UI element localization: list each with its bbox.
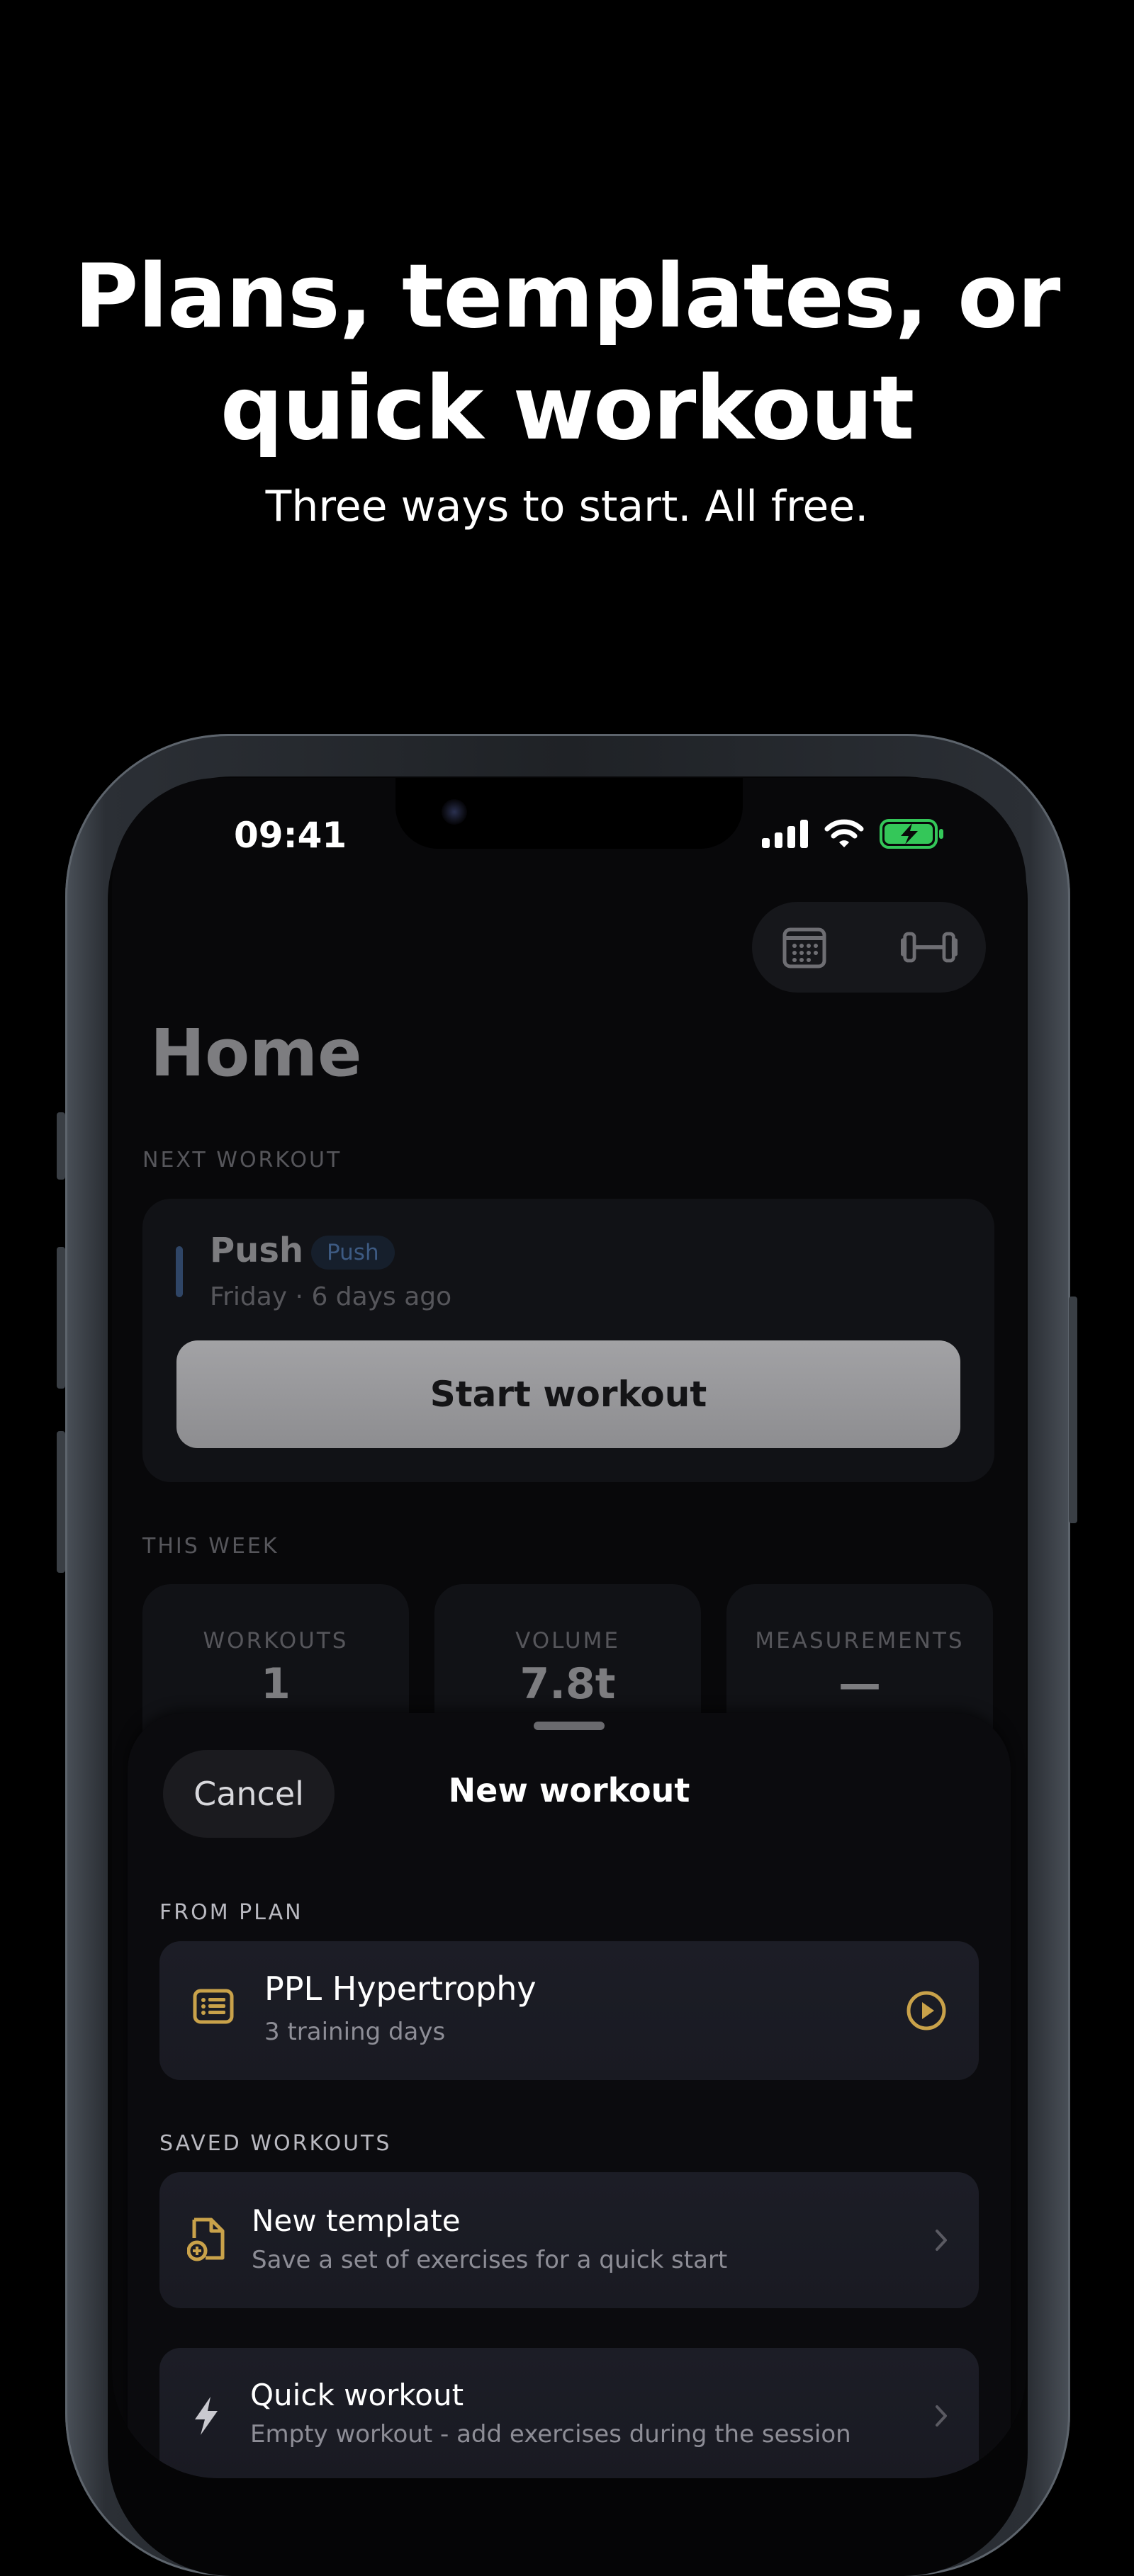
calendar-icon[interactable]: [776, 925, 833, 970]
plan-subtitle: 3 training days: [264, 2018, 446, 2046]
quick-workout-row[interactable]: Quick workout Empty workout - add exerci…: [159, 2348, 979, 2478]
list-item-title: Quick workout: [250, 2378, 464, 2412]
headline-line-2: quick workout: [220, 358, 914, 460]
next-workout-label: NEXT WORKOUT: [142, 1148, 342, 1173]
lightning-bolt-icon: [191, 2395, 222, 2437]
start-workout-button[interactable]: Start workout: [176, 1340, 960, 1448]
front-camera-icon: [442, 799, 467, 825]
from-plan-label: FROM PLAN: [159, 1900, 303, 1925]
sheet-title: New workout: [448, 1771, 690, 1809]
next-workout-card[interactable]: Push Push Friday · 6 days ago Start work…: [142, 1199, 994, 1482]
list-item-subtitle: Save a set of exercises for a quick star…: [252, 2246, 728, 2274]
phone-screen: Home NEXT WORKOUT Push Push Friday · 6 d…: [112, 778, 1026, 2478]
headline-line-1: Plans, templates, or: [74, 246, 1061, 348]
dumbbell-icon[interactable]: [901, 925, 958, 970]
home-toolbar: [752, 902, 986, 993]
stat-value: 7.8t: [520, 1659, 616, 1709]
stat-value: —: [838, 1659, 881, 1709]
status-time: 09:41: [234, 815, 347, 856]
list-item-title: New template: [252, 2203, 461, 2238]
chevron-right-icon: [931, 2226, 952, 2254]
plan-title: PPL Hypertrophy: [264, 1970, 537, 2008]
next-workout-subtitle: Friday · 6 days ago: [210, 1282, 452, 1311]
this-week-label: THIS WEEK: [142, 1534, 279, 1559]
stat-label: WORKOUTS: [203, 1628, 349, 1654]
page-title: Home: [150, 1015, 362, 1091]
new-document-icon: [186, 2216, 228, 2263]
status-icons: [762, 819, 945, 852]
saved-workouts-label: SAVED WORKOUTS: [159, 2131, 392, 2156]
list-item-subtitle: Empty workout - add exercises during the…: [250, 2420, 851, 2448]
plan-row-ppl-hypertrophy[interactable]: PPL Hypertrophy 3 training days: [159, 1941, 979, 2080]
phone-volume-down: [57, 1431, 65, 1573]
battery-charging-icon: [880, 819, 945, 852]
chevron-right-icon: [931, 2402, 952, 2430]
phone-power-button: [1069, 1297, 1077, 1523]
phone-silent-switch: [57, 1112, 65, 1180]
list-icon: [192, 1985, 235, 2028]
play-icon[interactable]: [905, 1989, 948, 2032]
workout-type-badge: Push: [311, 1236, 395, 1270]
wifi-icon: [824, 819, 864, 852]
subheadline: Three ways to start. All free.: [265, 482, 869, 531]
cellular-signal-icon: [762, 820, 809, 852]
next-workout-name: Push: [210, 1231, 304, 1270]
new-template-row[interactable]: New template Save a set of exercises for…: [159, 2172, 979, 2308]
stat-value: 1: [261, 1659, 291, 1709]
stat-label: MEASUREMENTS: [755, 1628, 965, 1654]
workout-accent-bar: [176, 1246, 183, 1297]
phone-volume-up: [57, 1247, 65, 1389]
sheet-grabber[interactable]: [534, 1722, 605, 1730]
stat-label: VOLUME: [515, 1628, 620, 1654]
new-workout-sheet: Cancel New workout FROM PLAN PPL Hypertr…: [128, 1713, 1011, 2478]
headline: Plans, templates, or quick workout: [0, 241, 1134, 465]
